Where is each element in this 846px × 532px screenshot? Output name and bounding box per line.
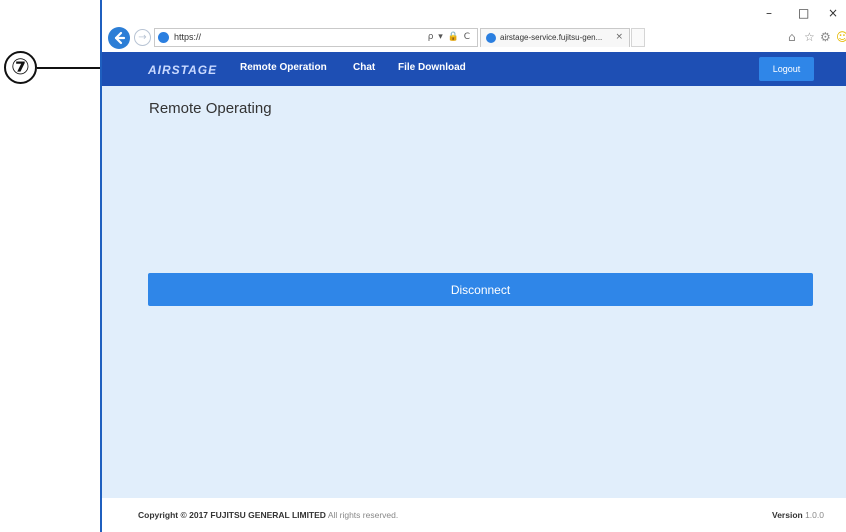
disconnect-button[interactable]: Disconnect (148, 273, 813, 306)
browser-window: → https:// ρ ▾ 🔒 C airstage-service.fuji… (100, 0, 846, 532)
address-bar[interactable]: https:// ρ ▾ 🔒 C (154, 28, 478, 47)
smiley-feedback-icon[interactable]: ☺ (836, 30, 846, 44)
callout-number: ⑦ (4, 51, 37, 84)
new-tab-button[interactable] (631, 28, 645, 47)
airstage-logo[interactable]: AIRSTAGE (148, 63, 217, 77)
back-button[interactable] (108, 27, 130, 49)
tab-close-icon[interactable]: × (615, 32, 623, 42)
tab-favicon-icon (486, 33, 496, 43)
forward-button[interactable]: → (134, 29, 151, 46)
copyright-rights: All rights reserved. (325, 510, 399, 520)
version-text: Version 1.0.0 (772, 510, 824, 520)
browser-chrome: → https:// ρ ▾ 🔒 C airstage-service.fuji… (102, 0, 846, 52)
maximize-button[interactable]: □ (798, 6, 809, 20)
page-title: Remote Operating (149, 100, 272, 117)
logout-button[interactable]: Logout (759, 57, 814, 81)
favorites-star-icon[interactable]: ☆ (804, 30, 815, 44)
main-content: Remote Operating Disconnect (102, 86, 846, 498)
settings-gear-icon[interactable]: ⚙ (820, 30, 831, 44)
arrow-right-icon: → (138, 32, 147, 43)
nav-remote-operation[interactable]: Remote Operation (240, 62, 327, 73)
copyright-owner: Copyright © 2017 FUJITSU GENERAL LIMITED (138, 510, 326, 520)
address-tools[interactable]: ρ ▾ 🔒 C (428, 32, 471, 42)
tab-title: airstage-service.fujitsu-gen... (500, 33, 603, 42)
ie-icon (158, 32, 169, 43)
arrow-left-icon (114, 31, 126, 45)
close-window-button[interactable]: × (828, 6, 838, 20)
version-label: Version (772, 510, 803, 520)
version-value: 1.0.0 (802, 510, 824, 520)
browser-tab[interactable]: airstage-service.fujitsu-gen... × (480, 28, 630, 47)
nav-file-download[interactable]: File Download (398, 62, 466, 73)
copyright-text: Copyright © 2017 FUJITSU GENERAL LIMITED… (138, 510, 398, 520)
home-icon[interactable]: ⌂ (788, 30, 796, 44)
minimize-button[interactable]: – (766, 6, 772, 20)
page-footer: Copyright © 2017 FUJITSU GENERAL LIMITED… (102, 498, 846, 532)
nav-chat[interactable]: Chat (353, 62, 375, 73)
address-url: https:// (174, 32, 202, 42)
site-navbar: AIRSTAGE Remote Operation Chat File Down… (102, 52, 846, 86)
